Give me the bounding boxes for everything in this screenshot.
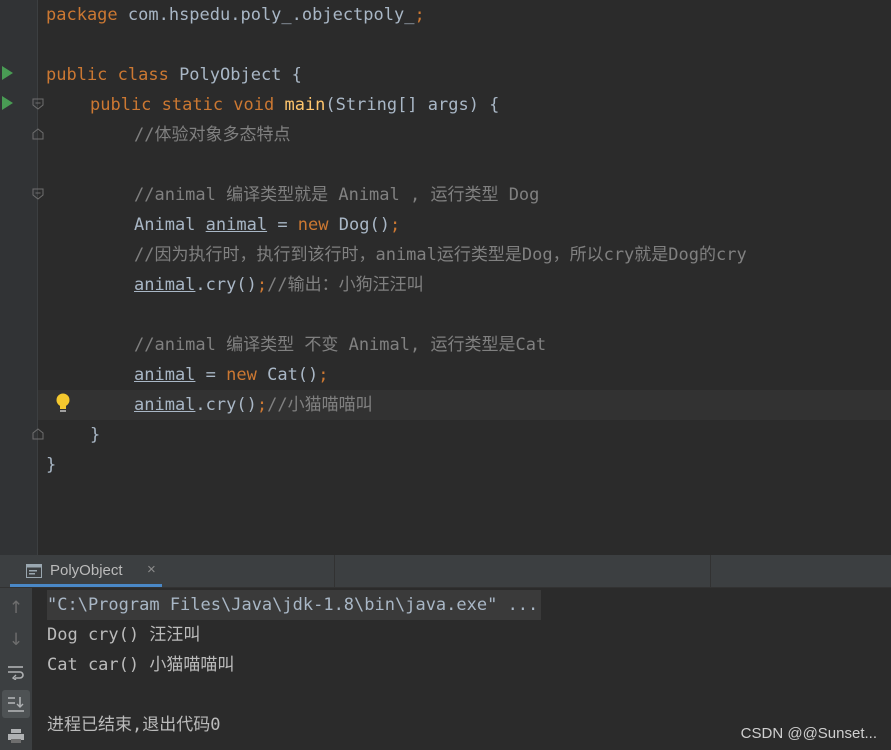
code-token: = — [267, 215, 298, 235]
code-token: Dog() — [338, 215, 390, 235]
code-token: ; — [414, 5, 425, 25]
code-line-content: //animal 编译类型就是 Animal , 运行类型 Dog — [46, 185, 539, 205]
run-toolbar: ↑ ↓ — [0, 588, 32, 750]
code-token: //因为执行时，执行到该行时，animal运行类型是Dog，所以cry就是Dog… — [134, 245, 747, 265]
code-token: //小猫喵喵叫 — [267, 395, 373, 415]
code-token: main — [284, 95, 326, 115]
code-line[interactable]: animal = new Cat(); — [46, 360, 329, 390]
divider — [334, 555, 335, 588]
code-token: } — [46, 455, 57, 475]
editor-gutter — [0, 0, 38, 555]
ide-window: package com.hspedu.poly_.objectpoly_;pub… — [0, 0, 891, 750]
code-editor[interactable]: package com.hspedu.poly_.objectpoly_;pub… — [0, 0, 891, 555]
code-line-content: animal = new Cat(); — [46, 365, 329, 385]
code-token: public class — [46, 65, 180, 85]
code-line[interactable]: package com.hspedu.poly_.objectpoly_; — [46, 0, 425, 30]
code-line[interactable]: } — [46, 420, 100, 450]
code-line-content: //因为执行时，执行到该行时，animal运行类型是Dog，所以cry就是Dog… — [46, 245, 747, 265]
code-token: animal — [134, 395, 196, 415]
code-token: .cry() — [195, 275, 257, 295]
current-code-line[interactable]: animal.cry();//小猫喵喵叫 — [38, 390, 891, 420]
lightbulb-icon[interactable] — [54, 392, 72, 414]
run-tab-label: PolyObject — [50, 562, 123, 579]
code-token: animal — [134, 365, 196, 385]
code-token: new — [226, 365, 268, 385]
code-token: = — [195, 365, 227, 385]
code-line[interactable] — [46, 300, 134, 330]
code-token: package — [46, 5, 128, 25]
code-line-content: } — [46, 425, 100, 445]
code-line[interactable]: //animal 编译类型 不变 Animal, 运行类型是Cat — [46, 330, 546, 360]
code-line-content: animal.cry();//小猫喵喵叫 — [46, 395, 373, 415]
code-token: Cat() — [267, 365, 319, 385]
code-line[interactable]: animal.cry();//输出：小狗汪汪叫 — [46, 270, 424, 300]
code-token: //输出：小狗汪汪叫 — [267, 275, 424, 295]
console-output-line: Cat car() 小猫喵喵叫 — [47, 655, 235, 675]
code-token: public static void — [90, 95, 285, 115]
code-line[interactable] — [46, 150, 134, 180]
process-exit-message: 进程已结束,退出代码0 — [47, 715, 221, 735]
code-line-content: animal.cry();//输出：小狗汪汪叫 — [46, 275, 424, 295]
code-line[interactable]: //体验对象多态特点 — [46, 120, 290, 150]
active-tab-indicator — [10, 584, 162, 587]
code-token: new — [297, 215, 339, 235]
code-line-content: } — [46, 455, 56, 475]
code-token: ; — [318, 365, 329, 385]
code-line[interactable]: //因为执行时，执行到该行时，animal运行类型是Dog，所以cry就是Dog… — [46, 240, 747, 270]
close-icon[interactable]: × — [147, 561, 156, 578]
print-icon[interactable] — [2, 722, 30, 750]
code-token: .cry() — [195, 395, 257, 415]
code-line-content: public static void main(String[] args) { — [46, 95, 499, 115]
code-token: Animal — [134, 215, 206, 235]
code-token: animal — [134, 275, 196, 295]
code-line[interactable]: public static void main(String[] args) { — [46, 90, 499, 120]
code-token: com.hspedu.poly_.objectpoly_ — [127, 5, 415, 25]
code-line-content: //体验对象多态特点 — [46, 125, 290, 145]
fold-end-icon[interactable] — [32, 428, 44, 440]
code-line-content: //animal 编译类型 不变 Animal, 运行类型是Cat — [46, 335, 546, 355]
code-token: ; — [389, 215, 401, 235]
code-token: PolyObject { — [179, 65, 302, 85]
down-arrow-icon[interactable]: ↓ — [2, 626, 30, 654]
code-token: //体验对象多态特点 — [134, 125, 291, 145]
code-line-content — [46, 305, 134, 325]
run-main-icon[interactable] — [2, 96, 13, 110]
code-token: ; — [256, 275, 268, 295]
fold-icon[interactable] — [32, 98, 44, 110]
console-icon — [26, 564, 42, 578]
code-line[interactable]: public class PolyObject { — [46, 60, 302, 90]
fold-icon[interactable] — [32, 188, 44, 200]
fold-end-icon[interactable] — [32, 128, 44, 140]
code-token: animal — [205, 215, 268, 235]
run-class-icon[interactable] — [2, 66, 13, 80]
code-line-content: public class PolyObject { — [46, 65, 302, 85]
code-token: (String[] args) { — [325, 95, 500, 115]
console-command-line: "C:\Program Files\Java\jdk-1.8\bin\java.… — [47, 590, 542, 620]
code-token: ; — [256, 395, 268, 415]
watermark: CSDN @@Sunset... — [740, 725, 877, 742]
code-token: //animal 编译类型就是 Animal , 运行类型 Dog — [134, 185, 540, 205]
code-line[interactable]: } — [46, 450, 56, 480]
code-line-content: package com.hspedu.poly_.objectpoly_; — [46, 5, 425, 25]
code-token: //animal 编译类型 不变 Animal, 运行类型是Cat — [134, 335, 547, 355]
code-token: } — [90, 425, 101, 445]
divider — [710, 555, 711, 588]
soft-wrap-icon[interactable] — [2, 658, 30, 686]
code-line[interactable]: Animal animal = new Dog(); — [46, 210, 400, 240]
run-tool-window-header: PolyObject × — [0, 555, 891, 588]
code-line-content — [46, 155, 134, 175]
console-output-line: Dog cry() 汪汪叫 — [47, 625, 201, 645]
code-line[interactable]: //animal 编译类型就是 Animal , 运行类型 Dog — [46, 180, 539, 210]
scroll-to-end-icon[interactable] — [2, 690, 30, 718]
up-arrow-icon[interactable]: ↑ — [2, 594, 30, 622]
code-line-content: Animal animal = new Dog(); — [46, 215, 400, 235]
